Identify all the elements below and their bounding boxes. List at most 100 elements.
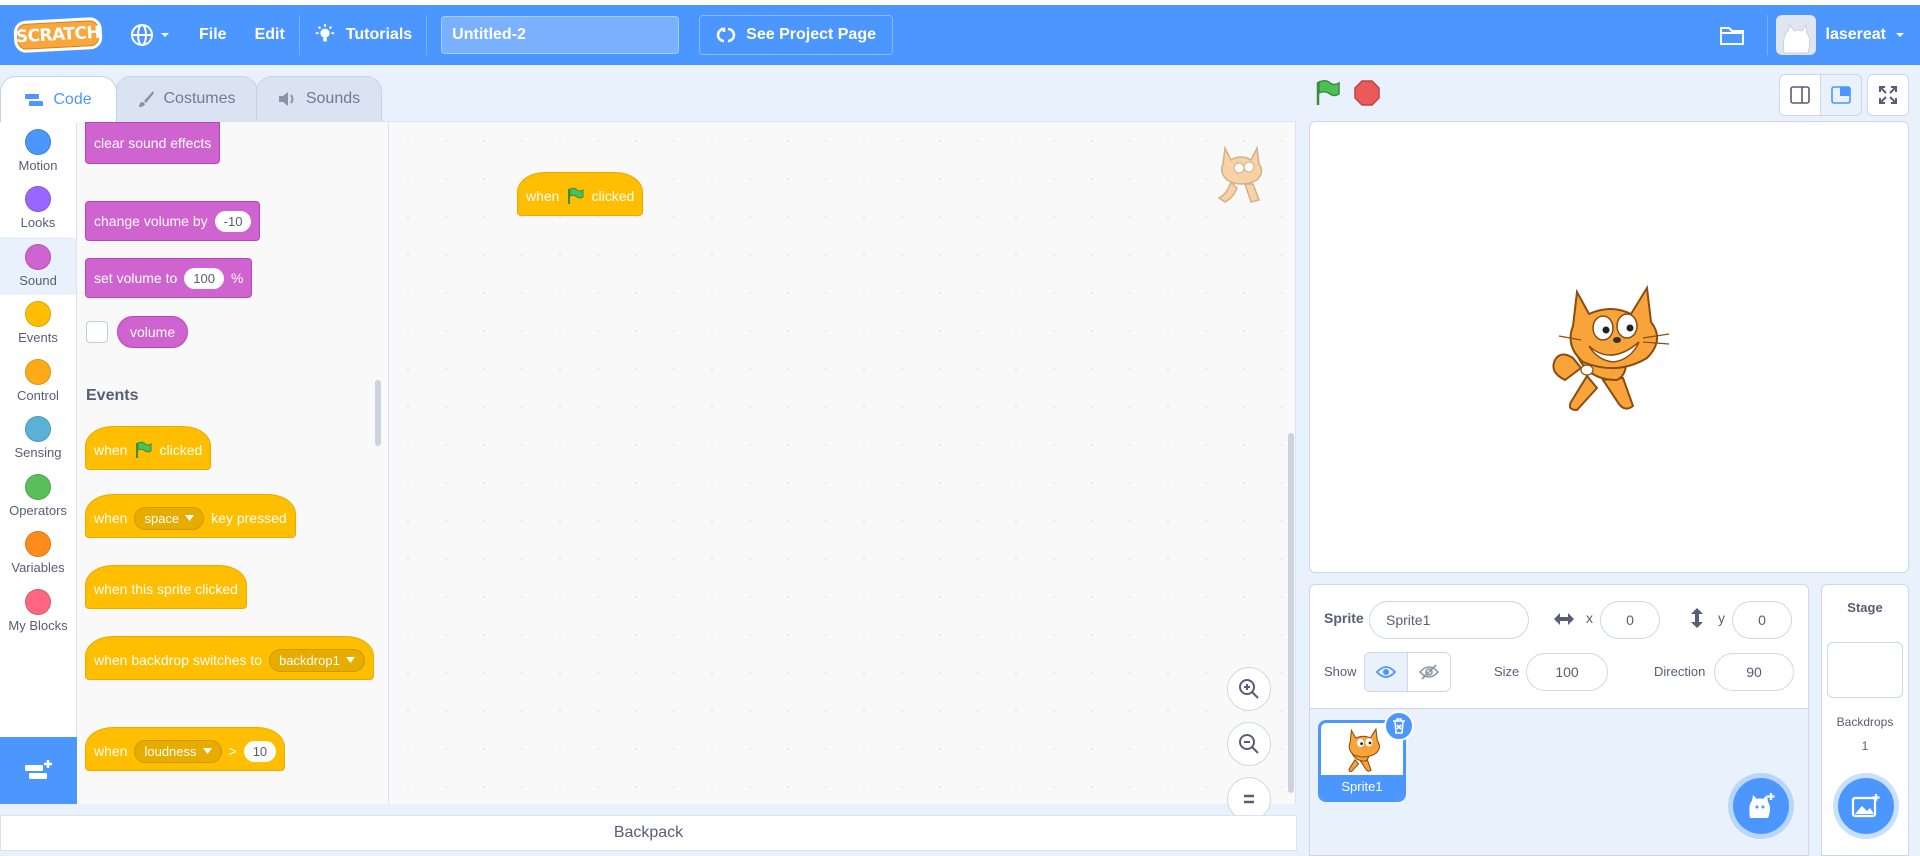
- when-backdrop-switches-block[interactable]: when backdrop switches to backdrop1: [85, 636, 374, 680]
- block-palette: clear sound effects change volume by -10…: [77, 121, 389, 804]
- vertical-arrows-icon: [1691, 608, 1703, 628]
- volume-reporter-block[interactable]: volume: [117, 316, 189, 348]
- hide-sprite-button[interactable]: [1408, 653, 1450, 691]
- x-position-input[interactable]: 0: [1600, 601, 1660, 639]
- category-variables[interactable]: Variables: [0, 525, 76, 583]
- block-text: when this sprite clicked: [94, 581, 238, 597]
- zoom-out-button[interactable]: [1227, 722, 1271, 766]
- tab-costumes[interactable]: Costumes: [115, 76, 258, 121]
- y-position-input[interactable]: 0: [1732, 601, 1792, 639]
- when-key-pressed-block[interactable]: when space key pressed: [85, 494, 296, 538]
- key-dropdown[interactable]: space: [134, 506, 205, 530]
- backpack-label: Backpack: [613, 824, 684, 841]
- block-text: when: [526, 188, 560, 204]
- category-label: Operators: [9, 502, 67, 518]
- when-flag-clicked-block[interactable]: when clicked: [85, 426, 212, 470]
- add-backdrop-button[interactable]: [1838, 778, 1894, 834]
- events-heading: Events: [86, 387, 139, 404]
- add-extension-button[interactable]: [0, 737, 77, 804]
- clear-sound-effects-block[interactable]: clear sound effects: [85, 122, 221, 164]
- backdrop-dropdown[interactable]: backdrop1: [269, 648, 365, 672]
- green-flag-button[interactable]: [1313, 79, 1341, 107]
- stage[interactable]: [1309, 121, 1909, 573]
- code-workspace[interactable]: when clicked: [389, 121, 1296, 821]
- category-label: My Blocks: [8, 617, 68, 633]
- direction-input[interactable]: 90: [1714, 653, 1794, 691]
- scratch-logo[interactable]: SCRATCH: [13, 16, 103, 54]
- small-stage-icon: [1790, 86, 1810, 104]
- category-operators[interactable]: Operators: [0, 467, 76, 525]
- stop-button[interactable]: [1354, 80, 1380, 106]
- workspace-scrollbar[interactable]: [1288, 433, 1294, 793]
- cat-sprite[interactable]: [1547, 284, 1673, 418]
- block-text: %: [230, 270, 244, 286]
- green-flag-icon: [568, 187, 584, 204]
- loudness-threshold-input[interactable]: 10: [243, 740, 277, 762]
- sprite-tile-name: Sprite1: [1321, 775, 1403, 799]
- my-blocks-color-dot: [25, 588, 51, 615]
- sprite-name-input[interactable]: Sprite1: [1369, 601, 1529, 639]
- category-events[interactable]: Events: [0, 295, 76, 353]
- my-stuff-button[interactable]: [1697, 5, 1767, 65]
- speaker-icon: [278, 92, 294, 106]
- tab-sounds[interactable]: Sounds: [256, 76, 382, 121]
- equals-icon: [1244, 794, 1254, 804]
- block-text: change volume by: [94, 213, 208, 229]
- show-sprite-button[interactable]: [1365, 653, 1408, 691]
- show-label: Show: [1324, 664, 1357, 679]
- backpack[interactable]: Backpack: [0, 815, 1297, 851]
- operators-color-dot: [25, 473, 51, 500]
- category-label: Control: [17, 387, 59, 403]
- sensing-color-dot: [25, 416, 51, 443]
- size-input[interactable]: 100: [1526, 653, 1608, 691]
- normal-stage-button[interactable]: [1820, 74, 1862, 116]
- see-project-label: See Project Page: [746, 26, 876, 43]
- set-volume-block[interactable]: set volume to 100 %: [85, 258, 253, 298]
- cat-thumbnail: [1348, 727, 1380, 773]
- script-when-flag-clicked[interactable]: when clicked: [517, 172, 644, 216]
- horizontal-arrows-icon: [1554, 613, 1574, 625]
- file-menu[interactable]: File: [185, 5, 241, 65]
- account-menu[interactable]: lasereat: [1768, 5, 1920, 65]
- loudness-dropdown[interactable]: loudness: [134, 739, 222, 763]
- volume-monitor-checkbox[interactable]: [86, 321, 108, 343]
- edit-menu[interactable]: Edit: [241, 5, 299, 65]
- small-stage-button[interactable]: [1779, 74, 1821, 116]
- chevron-down-icon: [161, 33, 169, 37]
- volume-set-input[interactable]: 100: [184, 267, 224, 289]
- backdrops-label: Backdrops: [1836, 715, 1894, 729]
- x-label: x: [1586, 610, 1593, 626]
- trash-icon: [1393, 718, 1405, 734]
- zoom-in-button[interactable]: [1227, 667, 1271, 711]
- fullscreen-button[interactable]: [1867, 74, 1909, 116]
- tab-code[interactable]: Code: [0, 76, 117, 122]
- change-volume-block[interactable]: change volume by -10: [85, 201, 261, 241]
- visibility-toggle: [1364, 652, 1451, 692]
- category-motion[interactable]: Motion: [0, 122, 76, 180]
- language-menu[interactable]: [116, 5, 185, 65]
- block-text: clicked: [591, 188, 635, 204]
- dropdown-value: loudness: [144, 743, 197, 759]
- tutorials-button[interactable]: Tutorials: [300, 5, 426, 65]
- caret-down-icon: [202, 748, 212, 754]
- category-sound[interactable]: Sound: [0, 237, 76, 295]
- project-title-input[interactable]: [441, 16, 680, 54]
- category-my-blocks[interactable]: My Blocks: [0, 582, 76, 640]
- folder-icon: [1719, 27, 1744, 45]
- see-project-page-button[interactable]: See Project Page: [699, 15, 893, 55]
- username: lasereat: [1825, 26, 1887, 43]
- when-sprite-clicked-block[interactable]: when this sprite clicked: [85, 565, 247, 609]
- category-looks[interactable]: Looks: [0, 180, 76, 238]
- category-control[interactable]: Control: [0, 352, 76, 410]
- block-text: key pressed: [211, 510, 287, 526]
- add-sprite-button[interactable]: [1733, 778, 1789, 834]
- when-loudness-block[interactable]: when loudness > 10: [85, 727, 286, 771]
- green-flag-icon: [136, 441, 152, 458]
- normal-stage-icon: [1831, 86, 1851, 104]
- category-sensing[interactable]: Sensing: [0, 410, 76, 468]
- block-text: set volume to: [94, 270, 178, 286]
- palette-scrollbar[interactable]: [375, 380, 381, 446]
- delete-sprite-button[interactable]: [1384, 711, 1414, 741]
- tab-sounds-label: Sounds: [305, 90, 361, 107]
- volume-change-input[interactable]: -10: [214, 210, 252, 232]
